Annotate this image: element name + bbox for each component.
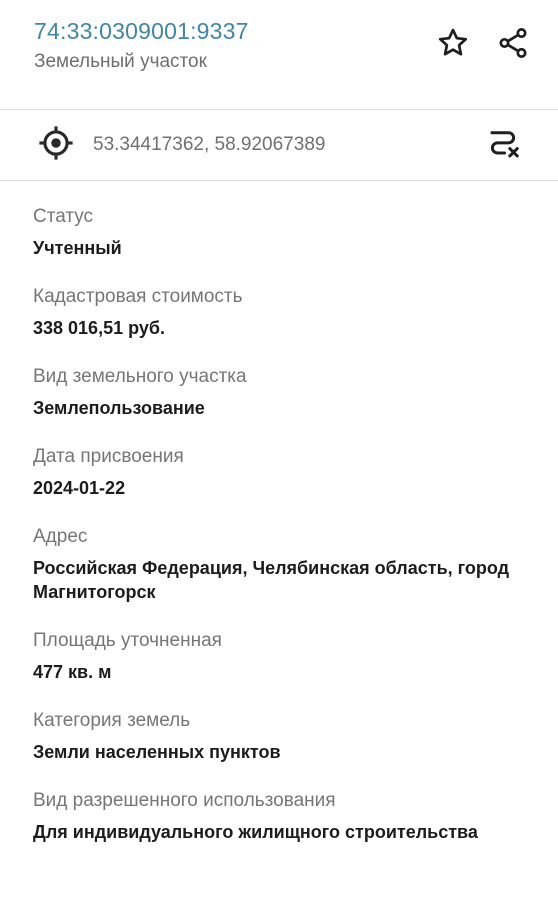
field-value: Земли населенных пунктов (33, 742, 281, 762)
target-icon (37, 124, 75, 167)
object-type: Земельный участок (34, 51, 207, 72)
location-row: 53.34417362, 58.92067389 (0, 110, 558, 180)
field-assignment-date: Дата присвоения 2024-01-22 (33, 443, 553, 500)
favorite-button[interactable] (432, 24, 474, 66)
field-cadastral-value: Кадастровая стоимость 338 016,51 руб. (33, 283, 553, 340)
field-parcel-kind: Вид земельного участка Землепользование (33, 363, 553, 420)
field-land-category: Категория земель Земли населенных пункто… (33, 707, 553, 764)
field-label: Статус (33, 206, 94, 227)
cadastral-number[interactable]: 74:33:0309001:9337 (34, 16, 249, 46)
field-label: Категория земель (33, 710, 191, 731)
locate-button[interactable] (36, 125, 76, 165)
route-clear-icon (484, 124, 522, 167)
field-label: Кадастровая стоимость (33, 286, 243, 307)
field-area: Площадь уточненная 477 кв. м (33, 627, 553, 684)
field-address: Адрес Российская Федерация, Челябинская … (33, 523, 553, 604)
share-button[interactable] (492, 24, 534, 66)
location-divider (0, 180, 558, 181)
route-button[interactable] (482, 124, 524, 166)
field-label: Дата присвоения (33, 446, 184, 467)
coordinates-text[interactable]: 53.34417362, 58.92067389 (93, 133, 325, 157)
property-details: Статус Учтенный Кадастровая стоимость 33… (33, 203, 553, 867)
field-label: Вид разрешенного использования (33, 790, 336, 811)
field-value: 477 кв. м (33, 662, 112, 682)
field-status: Статус Учтенный (33, 203, 553, 260)
field-value: 2024-01-22 (33, 478, 126, 498)
header: 74:33:0309001:9337 Земельный участок (0, 0, 558, 109)
field-label: Площадь уточненная (33, 630, 222, 651)
field-value: 338 016,51 руб. (33, 318, 165, 338)
field-label: Вид земельного участка (33, 366, 247, 387)
field-label: Адрес (33, 526, 88, 547)
field-value: Учтенный (33, 238, 122, 258)
field-permitted-use: Вид разрешенного использования Для индив… (33, 787, 553, 844)
star-icon (436, 26, 470, 65)
share-icon (496, 26, 530, 65)
field-value: Российская Федерация, Челябинская област… (33, 558, 510, 602)
field-value: Для индивидуального жилищного строительс… (33, 822, 478, 842)
field-value: Землепользование (33, 398, 205, 418)
